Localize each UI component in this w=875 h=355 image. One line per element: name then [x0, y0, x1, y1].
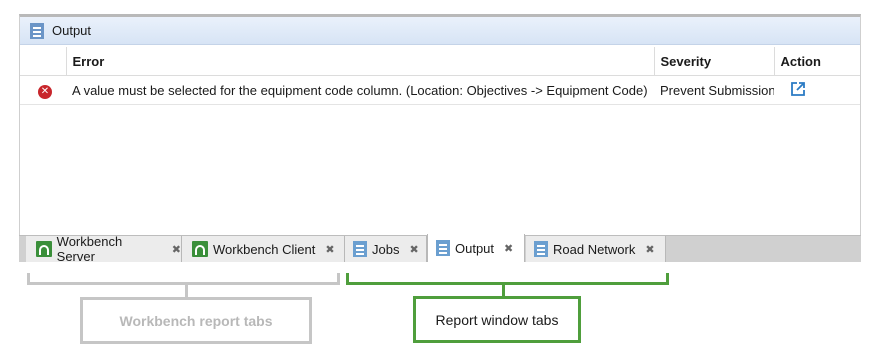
- output-panel: Output Error Severity Action ✕ A value m…: [19, 14, 861, 262]
- tab-jobs[interactable]: Jobs ✖: [345, 236, 427, 262]
- workbench-icon: [192, 241, 208, 257]
- error-column-header[interactable]: Error: [66, 47, 655, 76]
- tab-label: Jobs: [372, 241, 400, 257]
- tab-output[interactable]: Output ✖: [427, 234, 525, 262]
- tab-label: Workbench Server: [56, 234, 123, 264]
- report-tabs-bracket: [346, 273, 669, 285]
- tab-label: Output: [455, 240, 495, 256]
- tab-road-network[interactable]: Road Network ✖: [526, 236, 666, 262]
- open-external-icon[interactable]: [790, 81, 806, 100]
- close-icon[interactable]: ✖: [504, 242, 513, 255]
- report-tabs-callout: Report window tabs: [413, 296, 581, 343]
- workbench-tabs-connector: [185, 284, 188, 298]
- workbench-icon: [36, 241, 52, 257]
- table-row[interactable]: ✕ A value must be selected for the equip…: [20, 75, 860, 105]
- error-icon: ✕: [38, 84, 52, 99]
- tab-strip: Workbench Server ✖ Workbench Client ✖ Jo…: [19, 234, 861, 264]
- output-titlebar: Output: [20, 17, 860, 45]
- action-cell: [774, 75, 860, 105]
- action-column-header[interactable]: Action: [774, 47, 860, 76]
- workbench-tabs-callout: Workbench report tabs: [80, 297, 312, 344]
- workbench-tabs-bracket: [27, 273, 340, 285]
- document-icon: [353, 241, 367, 257]
- close-icon[interactable]: ✖: [172, 243, 181, 256]
- table-header-row: Error Severity Action: [20, 47, 860, 76]
- document-icon: [30, 22, 44, 39]
- status-cell: ✕: [20, 75, 66, 105]
- document-icon: [436, 240, 450, 256]
- error-message: A value must be selected for the equipme…: [66, 75, 654, 105]
- close-icon[interactable]: ✖: [325, 243, 334, 256]
- tab-label: Road Network: [553, 241, 636, 257]
- error-table: Error Severity Action ✕ A value must be …: [20, 47, 860, 105]
- close-icon[interactable]: ✖: [409, 243, 418, 256]
- status-column-header: [20, 47, 67, 76]
- output-title: Output: [52, 23, 92, 38]
- severity-column-header[interactable]: Severity: [654, 47, 775, 76]
- tab-workbench-client[interactable]: Workbench Client ✖: [182, 236, 345, 262]
- severity-value: Prevent Submission: [654, 75, 774, 105]
- document-icon: [534, 241, 548, 257]
- close-icon[interactable]: ✖: [645, 243, 654, 256]
- tab-label: Workbench Client: [213, 241, 316, 257]
- tab-workbench-server[interactable]: Workbench Server ✖: [26, 234, 182, 264]
